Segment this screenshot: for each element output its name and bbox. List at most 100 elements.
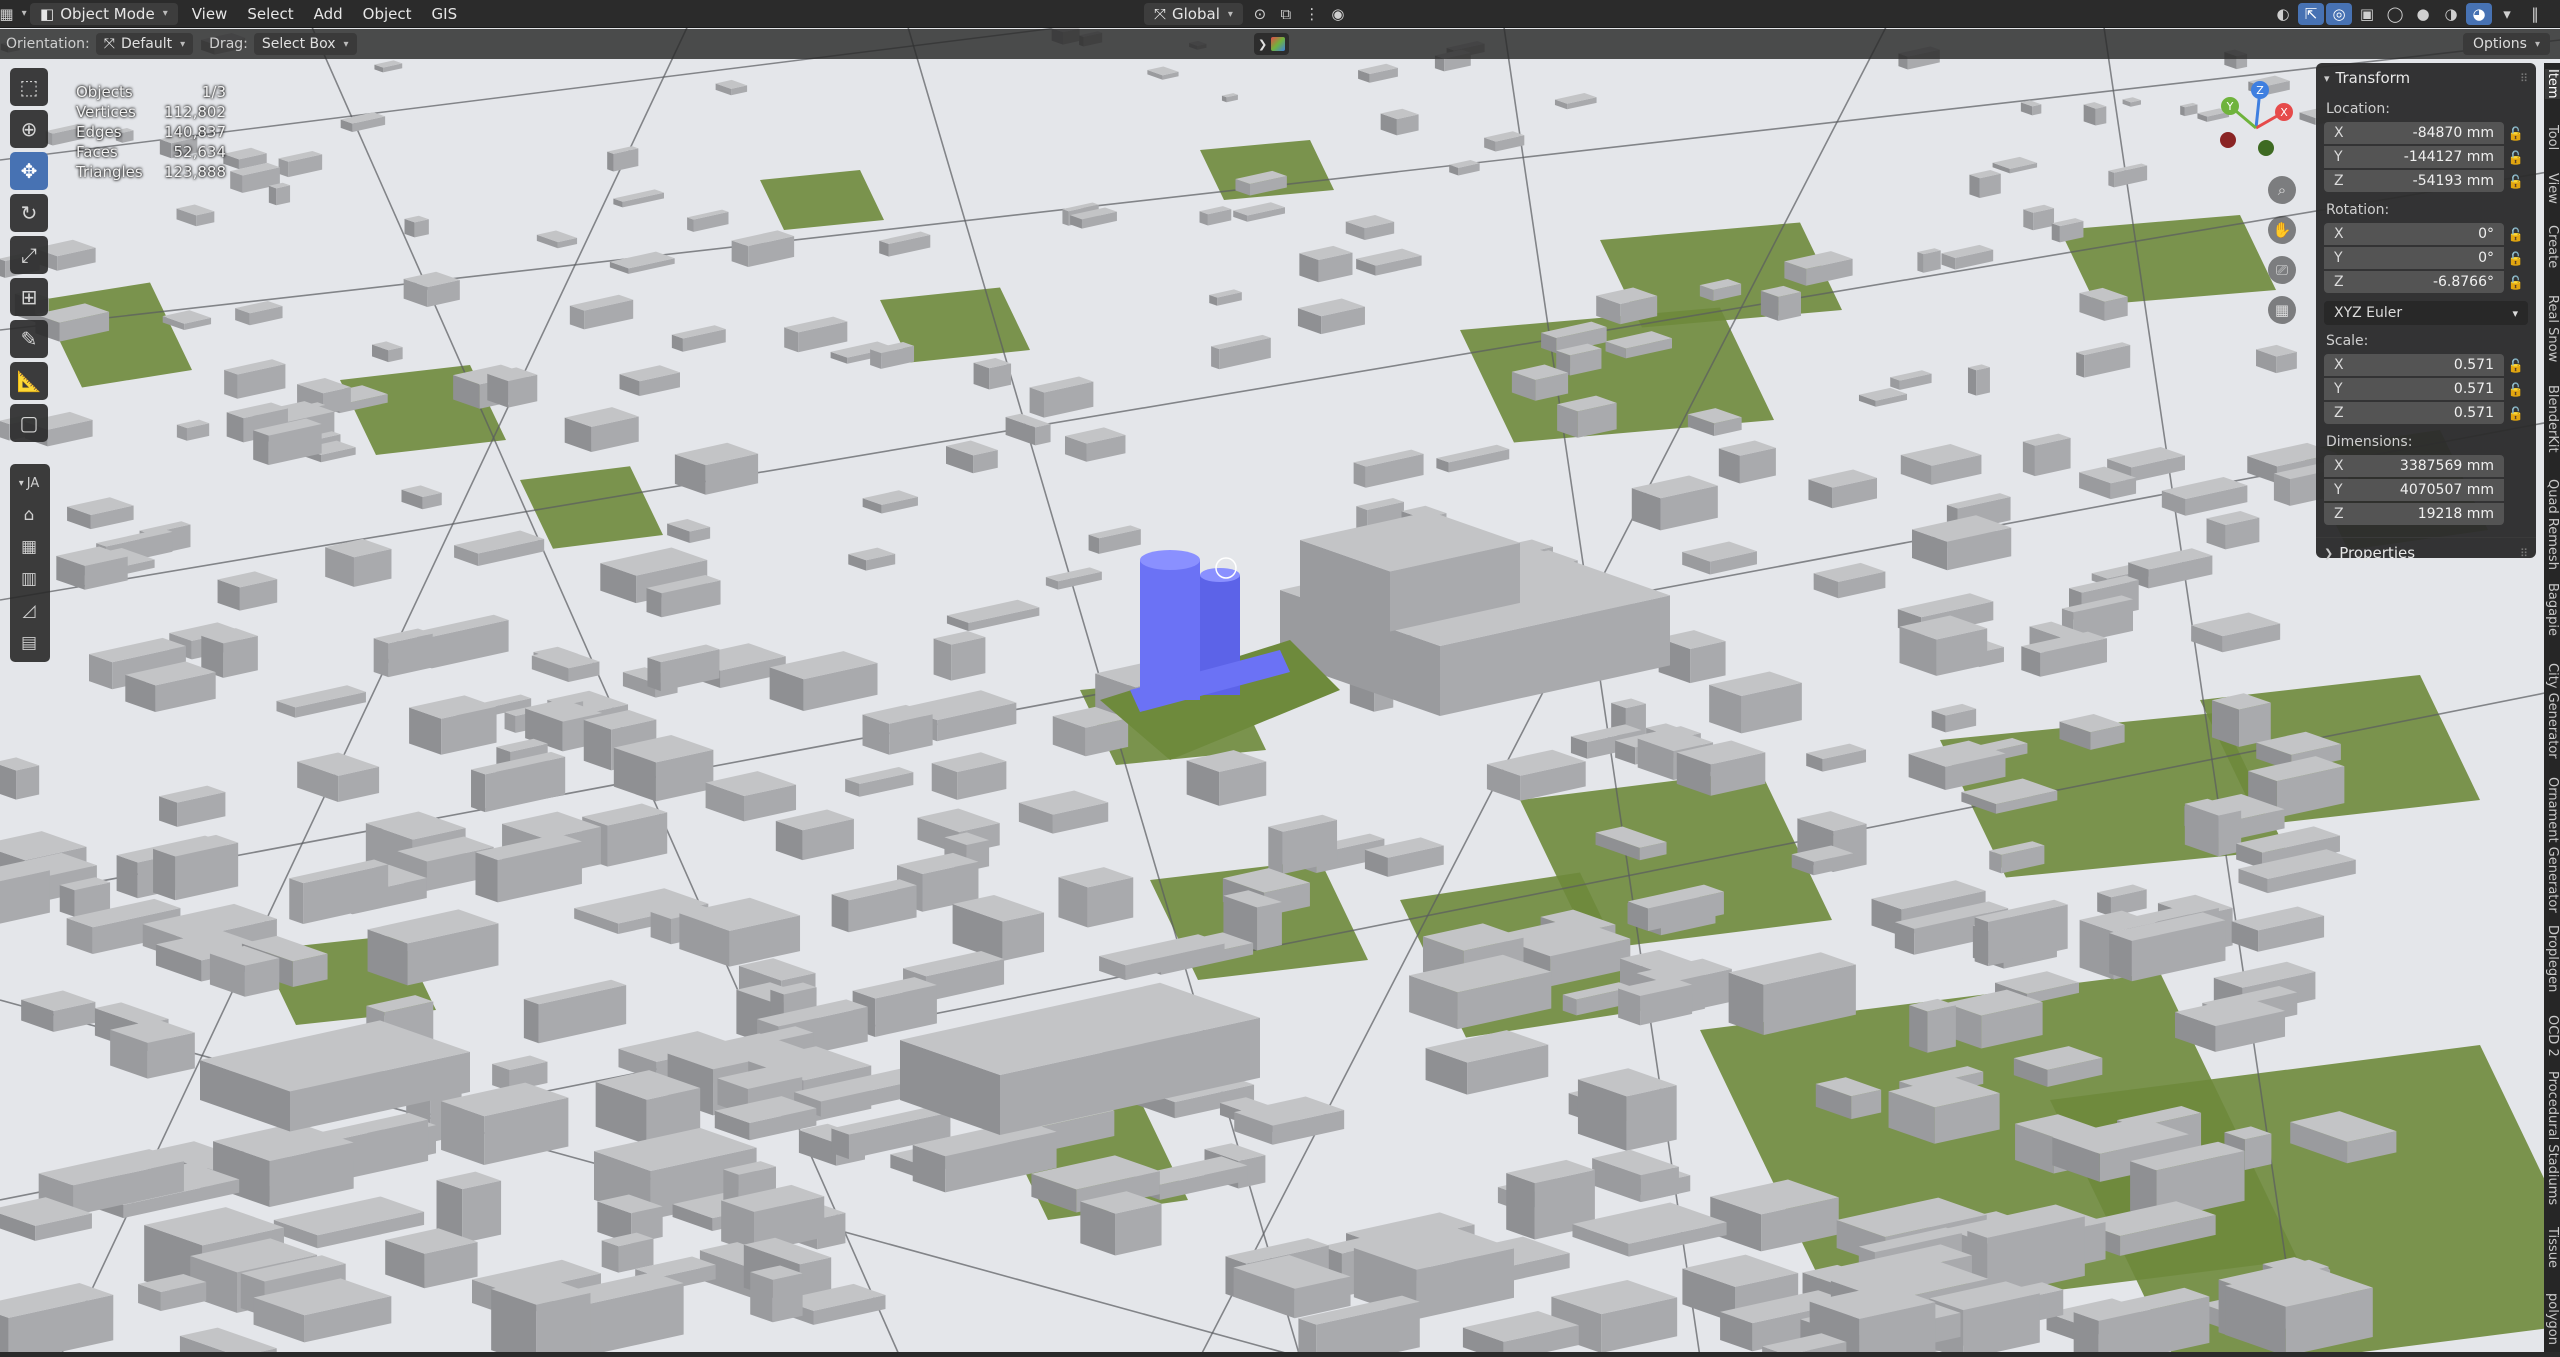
shading-options-icon[interactable]: ▾ <box>2494 3 2520 25</box>
tab-city-generator[interactable]: City Generator <box>2545 663 2560 759</box>
annotate-icon[interactable]: ✎ <box>10 320 48 358</box>
axis-label: X <box>2334 226 2344 242</box>
gizmo-color-toggle[interactable]: ❯ <box>1254 33 1290 55</box>
tab-create[interactable]: Create <box>2545 225 2560 268</box>
lock-icon[interactable]: 🔓 <box>2504 276 2528 291</box>
xray-toggle-icon[interactable]: ▣ <box>2354 3 2380 25</box>
move-icon[interactable]: ✥ <box>10 152 48 190</box>
building-front <box>951 637 986 681</box>
options-dropdown[interactable]: Options ▾ <box>2462 33 2550 55</box>
drag-handle-icon[interactable]: ⠿ <box>2520 72 2528 85</box>
drag-handle-icon[interactable]: ⠿ <box>2520 547 2528 560</box>
gizmo-toggle-icon[interactable]: ⇱ <box>2298 3 2324 25</box>
stat-value: 112,802 <box>163 103 226 121</box>
tab-polygon[interactable]: polygon <box>2545 1293 2560 1345</box>
material-shading-icon[interactable]: ◑ <box>2438 3 2464 25</box>
lock-icon[interactable]: 🔓 <box>2504 175 2528 190</box>
tab-quad-remesh[interactable]: Quad Remesh <box>2545 479 2560 570</box>
add-cube-icon[interactable]: ▢ <box>10 404 48 442</box>
neg-x-axis-handle[interactable] <box>2220 132 2236 148</box>
location-x-field[interactable]: X -84870 mm <box>2324 122 2504 144</box>
menu-gis[interactable]: GIS <box>422 3 468 25</box>
sidebar-item-panel: ▾ Transform ⠿ Location: X -84870 mm 🔓 Y -1… <box>2316 63 2536 562</box>
pivot-point-icon[interactable]: ⊙ <box>1247 3 1273 25</box>
rotate-icon[interactable]: ↻ <box>10 194 48 232</box>
lock-icon[interactable]: 🔓 <box>2504 127 2528 142</box>
lock-icon[interactable]: 🔓 <box>2504 407 2528 422</box>
editor-type-icon[interactable]: ▦ ▾ <box>0 3 27 25</box>
overlay-toggle-icon[interactable]: ◎ <box>2326 3 2352 25</box>
tab-real-snow[interactable]: Real Snow <box>2545 295 2560 362</box>
transform-panel-header[interactable]: ▾ Transform ⠿ <box>2324 63 2528 93</box>
drag-dropdown[interactable]: Select Box ▾ <box>253 33 357 55</box>
proportional-edit-icon[interactable]: ◉ <box>1325 3 1351 25</box>
3d-viewport[interactable] <box>0 0 2560 1357</box>
transform-icon[interactable]: ⊞ <box>10 278 48 316</box>
zoom-icon[interactable]: ⌕ <box>2268 176 2296 204</box>
floor-icon[interactable]: ▤ <box>10 628 48 658</box>
properties-panel-header[interactable]: ❯ Properties ⠿ <box>2324 538 2528 568</box>
scale-icon[interactable]: ⤢ <box>10 236 48 274</box>
rotation-y-row: Y 0° 🔓 <box>2324 247 2528 271</box>
tab-ocd-2[interactable]: OCD 2 <box>2545 1015 2560 1057</box>
rotation-z-row: Z -6.8766° 🔓 <box>2324 271 2528 295</box>
pause-icon[interactable]: ‖ <box>2522 3 2548 25</box>
scale-z-field[interactable]: Z 0.571 <box>2324 402 2504 424</box>
tab-blenderkit[interactable]: BlenderKit <box>2545 385 2560 453</box>
menu-add[interactable]: Add <box>304 3 353 25</box>
lock-icon[interactable]: 🔓 <box>2504 359 2528 374</box>
rotation-z-field[interactable]: Z -6.8766° <box>2324 271 2504 293</box>
cursor-icon[interactable]: ⊕ <box>10 110 48 148</box>
scale-y-field[interactable]: Y 0.571 <box>2324 378 2504 400</box>
lock-icon[interactable]: 🔓 <box>2504 383 2528 398</box>
lock-icon[interactable]: 🔓 <box>2504 151 2528 166</box>
menu-select[interactable]: Select <box>237 3 303 25</box>
rotation-mode-dropdown[interactable]: XYZ Euler ▾ <box>2324 301 2528 325</box>
tab-ornament-generator[interactable]: Ornament Generator <box>2545 777 2560 913</box>
dimensions-x-field[interactable]: X 3387569 mm <box>2324 455 2504 477</box>
addon-group-toggle[interactable]: ▾ JA <box>10 468 48 498</box>
rendered-shading-icon[interactable]: ◕ <box>2466 3 2492 25</box>
location-y-field[interactable]: Y -144127 mm <box>2324 146 2504 168</box>
x-axis-label: X <box>2280 106 2288 119</box>
transform-orientation-dropdown[interactable]: ⤧ Global ▾ <box>1144 3 1243 25</box>
tab-tool[interactable]: Tool <box>2545 125 2560 150</box>
neg-y-axis-handle[interactable] <box>2258 140 2274 156</box>
measure-icon[interactable]: 📐 <box>10 362 48 400</box>
tab-view[interactable]: View <box>2545 173 2560 204</box>
snap-target-icon[interactable]: ⋮ <box>1299 3 1325 25</box>
navigation-gizmo[interactable]: Z X Y <box>2200 70 2310 180</box>
building-icon[interactable]: ⌂ <box>10 500 48 530</box>
rotation-y-field[interactable]: Y 0° <box>2324 247 2504 269</box>
axis-label: Y <box>2334 381 2343 397</box>
dimensions-y-field[interactable]: Y 4070507 mm <box>2324 479 2504 501</box>
menu-view[interactable]: View <box>182 3 238 25</box>
snap-toggle-icon[interactable]: ⧉ <box>1273 3 1299 25</box>
tab-tissue[interactable]: Tissue <box>2545 1227 2560 1268</box>
roof-icon[interactable]: ◿ <box>10 596 48 626</box>
mode-dropdown[interactable]: ◧ Object Mode ▾ <box>30 2 178 25</box>
scale-x-field[interactable]: X 0.571 <box>2324 354 2504 376</box>
building-side <box>2076 352 2085 378</box>
wall-icon[interactable]: ▥ <box>10 564 48 594</box>
grid-icon[interactable]: ▦ <box>10 532 48 562</box>
lock-icon[interactable]: 🔓 <box>2504 252 2528 267</box>
tab-procedural-stadiums[interactable]: Procedural Stadiums <box>2545 1071 2560 1205</box>
pan-hand-icon[interactable]: ✋ <box>2268 216 2296 244</box>
tab-bagapie[interactable]: Bagapie <box>2545 583 2560 636</box>
rotation-x-field[interactable]: X 0° <box>2324 223 2504 245</box>
menu-object[interactable]: Object <box>353 3 422 25</box>
visibility-icon[interactable]: ◐ <box>2270 3 2296 25</box>
camera-icon[interactable]: ⎚ <box>2268 256 2296 284</box>
tab-droplegen[interactable]: Droplegen <box>2545 925 2560 992</box>
dimensions-z-field[interactable]: Z 19218 mm <box>2324 503 2504 525</box>
orientation-dropdown[interactable]: ⤧ Default ▾ <box>95 33 194 55</box>
ortho-grid-icon[interactable]: ▦ <box>2268 296 2296 324</box>
location-z-field[interactable]: Z -54193 mm <box>2324 170 2504 192</box>
dimensions-z-value: 19218 mm <box>2417 506 2494 522</box>
solid-shading-icon[interactable]: ● <box>2410 3 2436 25</box>
select-box-icon[interactable]: ⬚ <box>10 68 48 106</box>
lock-icon[interactable]: 🔓 <box>2504 228 2528 243</box>
wireframe-shading-icon[interactable]: ◯ <box>2382 3 2408 25</box>
tab-item[interactable]: Item <box>2545 69 2560 99</box>
